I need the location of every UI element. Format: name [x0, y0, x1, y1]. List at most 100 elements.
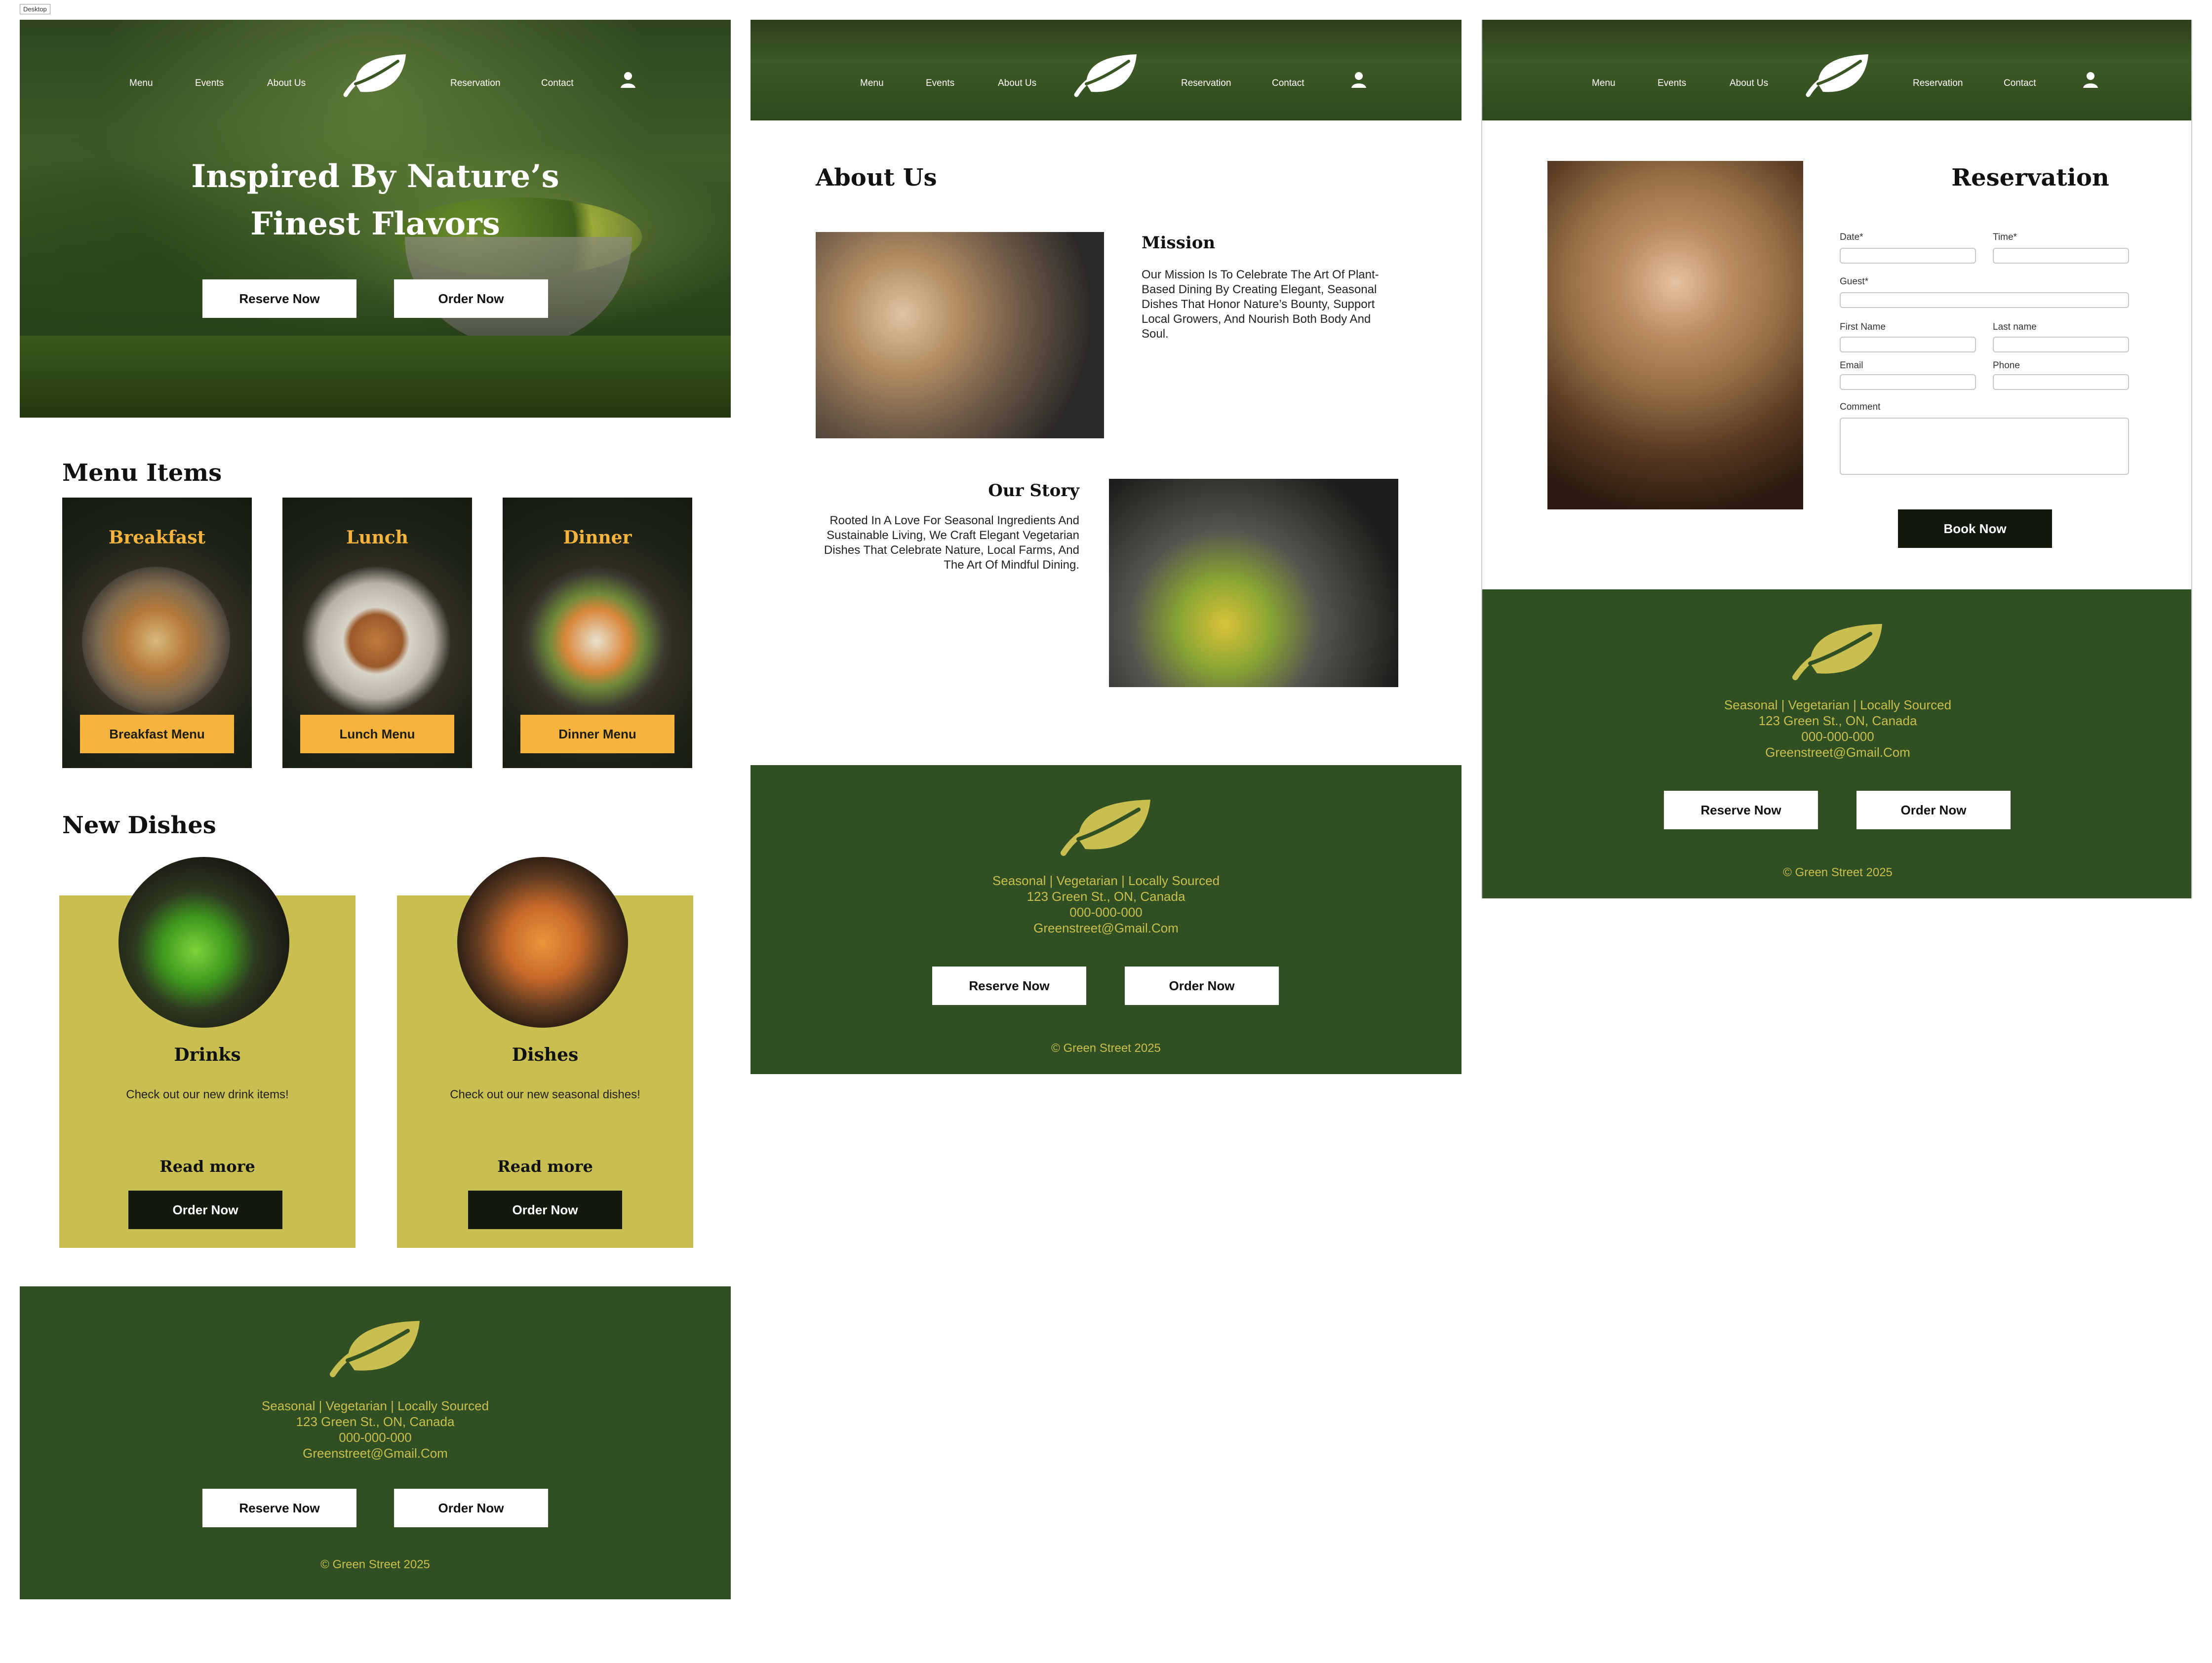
book-now-button[interactable]: Book Now [1898, 509, 2052, 548]
mission-heading: Mission [1142, 233, 1216, 253]
our-story-heading: Our Story [988, 481, 1079, 501]
footer-reserve-button[interactable]: Reserve Now [932, 967, 1086, 1005]
breakfast-menu-button[interactable]: Breakfast Menu [80, 715, 234, 753]
last-name-field[interactable] [1993, 337, 2129, 352]
menu-card-lunch[interactable]: Lunch Lunch Menu [282, 498, 472, 768]
home-page-frame: Menu Events About Us Reservation Contact… [20, 20, 731, 1599]
nav-link-about-us[interactable]: About Us [267, 78, 306, 89]
nav-link-reservation[interactable]: Reservation [450, 78, 500, 89]
footer-tagline: Seasonal | Vegetarian | Locally Sourced [992, 873, 1220, 888]
nav-link-menu[interactable]: Menu [129, 78, 153, 89]
menu-items-heading: Menu Items [62, 459, 222, 487]
order-now-button[interactable]: Order Now [468, 1191, 622, 1229]
guest-field[interactable] [1840, 292, 2129, 308]
read-more-link[interactable]: Read more [59, 1157, 356, 1176]
nav-link-events[interactable]: Events [1658, 78, 1686, 89]
footer-address: 123 Green St., ON, Canada [296, 1414, 455, 1429]
lunch-image [302, 567, 450, 715]
nav-link-contact[interactable]: Contact [541, 78, 573, 89]
nav-link-events[interactable]: Events [926, 78, 954, 89]
email-label: Email [1840, 360, 1863, 371]
about-us-heading: About Us [816, 164, 937, 192]
guest-label: Guest* [1840, 276, 1869, 287]
date-label: Date* [1840, 232, 1863, 242]
nav-link-events[interactable]: Events [195, 78, 224, 89]
menu-card-title: Breakfast [108, 527, 206, 548]
drink-image [118, 857, 289, 1028]
new-dishes-heading: New Dishes [62, 812, 216, 839]
about-page-frame: Menu Events About Us Reservation Contact… [750, 20, 1462, 1074]
menu-card-dinner[interactable]: Dinner Dinner Menu [503, 498, 692, 768]
order-now-button[interactable]: Order Now [128, 1191, 282, 1229]
footer-order-button[interactable]: Order Now [394, 1489, 548, 1527]
footer: Seasonal | Vegetarian | Locally Sourced … [750, 765, 1462, 1074]
hero-moss-image [20, 336, 731, 418]
leaf-logo-icon [1792, 624, 1882, 680]
nav-link-menu[interactable]: Menu [1592, 78, 1616, 89]
email-field[interactable] [1840, 374, 1976, 390]
first-name-label: First Name [1840, 322, 1886, 332]
menu-card-title: Dinner [563, 527, 632, 548]
footer-order-button[interactable]: Order Now [1125, 967, 1279, 1005]
nav-link-reservation[interactable]: Reservation [1913, 78, 1963, 89]
reservation-page-frame: Menu Events About Us Reservation Contact… [1481, 20, 2192, 898]
footer: Seasonal | Vegetarian | Locally Sourced … [20, 1286, 731, 1599]
nav-link-contact[interactable]: Contact [2004, 78, 2036, 89]
nav-link-about-us[interactable]: About Us [998, 78, 1036, 89]
user-icon[interactable] [1350, 71, 1368, 89]
footer-copyright: © Green Street 2025 [1051, 1042, 1161, 1055]
hero-order-button[interactable]: Order Now [394, 279, 548, 318]
footer-copyright: © Green Street 2025 [1783, 866, 1893, 879]
phone-label: Phone [1993, 360, 2020, 371]
dishes-image [457, 857, 628, 1028]
footer-order-button[interactable]: Order Now [1856, 791, 2011, 829]
nav-bar: Menu Events About Us Reservation Contact [1482, 20, 2191, 120]
date-field[interactable] [1840, 248, 1976, 264]
leaf-logo-icon[interactable] [1071, 49, 1141, 99]
last-name-label: Last name [1993, 322, 2037, 332]
comment-textarea[interactable] [1840, 418, 2129, 475]
user-icon[interactable] [619, 71, 637, 89]
hero-title: Inspired By Nature’s Finest Flavors [191, 158, 559, 242]
footer-tagline: Seasonal | Vegetarian | Locally Sourced [1724, 697, 1952, 712]
nav-link-contact[interactable]: Contact [1272, 78, 1304, 89]
footer-email[interactable]: Greenstreet@Gmail.Com [750, 920, 1462, 936]
phone-field[interactable] [1993, 374, 2129, 390]
footer-email[interactable]: Greenstreet@Gmail.Com [1482, 744, 2191, 760]
leaf-logo-icon[interactable] [341, 49, 410, 99]
footer-email[interactable]: Greenstreet@Gmail.Com [20, 1445, 731, 1461]
leaf-logo-icon [1061, 800, 1150, 856]
footer-reserve-button[interactable]: Reserve Now [1664, 791, 1818, 829]
read-more-link[interactable]: Read more [397, 1157, 693, 1176]
menu-card-breakfast[interactable]: Breakfast Breakfast Menu [62, 498, 252, 768]
footer-tagline: Seasonal | Vegetarian | Locally Sourced [261, 1398, 489, 1413]
footer: Seasonal | Vegetarian | Locally Sourced … [1482, 589, 2191, 898]
lunch-menu-button[interactable]: Lunch Menu [300, 715, 454, 753]
breakfast-image [82, 567, 230, 715]
hero-reserve-button[interactable]: Reserve Now [202, 279, 356, 318]
footer-phone: 000-000-000 [1801, 729, 1874, 744]
dish-description: Check out our new seasonal dishes! [450, 1088, 640, 1101]
footer-reserve-button[interactable]: Reserve Now [202, 1489, 356, 1527]
nav-bar: Menu Events About Us Reservation Contact [750, 20, 1462, 120]
mission-text: Our Mission Is To Celebrate The Art Of P… [1142, 268, 1379, 341]
nav-link-about-us[interactable]: About Us [1730, 78, 1768, 89]
first-name-field[interactable] [1840, 337, 1976, 352]
dish-title: Dishes [512, 1044, 579, 1065]
footer-copyright: © Green Street 2025 [320, 1558, 430, 1571]
footer-phone: 000-000-000 [1069, 905, 1143, 920]
user-icon[interactable] [2082, 71, 2099, 89]
time-label: Time* [1993, 232, 2017, 242]
leaf-logo-icon[interactable] [1803, 49, 1872, 99]
menu-card-title: Lunch [346, 527, 408, 548]
leaf-logo-icon [330, 1321, 420, 1377]
time-field[interactable] [1993, 248, 2129, 264]
comment-label: Comment [1840, 402, 1881, 412]
dinner-menu-button[interactable]: Dinner Menu [520, 715, 674, 753]
hero-section: Menu Events About Us Reservation Contact… [20, 20, 731, 418]
footer-address: 123 Green St., ON, Canada [1027, 889, 1185, 904]
nav-link-reservation[interactable]: Reservation [1181, 78, 1231, 89]
footer-address: 123 Green St., ON, Canada [1758, 713, 1917, 728]
nav-link-menu[interactable]: Menu [860, 78, 884, 89]
our-story-photo [1109, 479, 1398, 687]
